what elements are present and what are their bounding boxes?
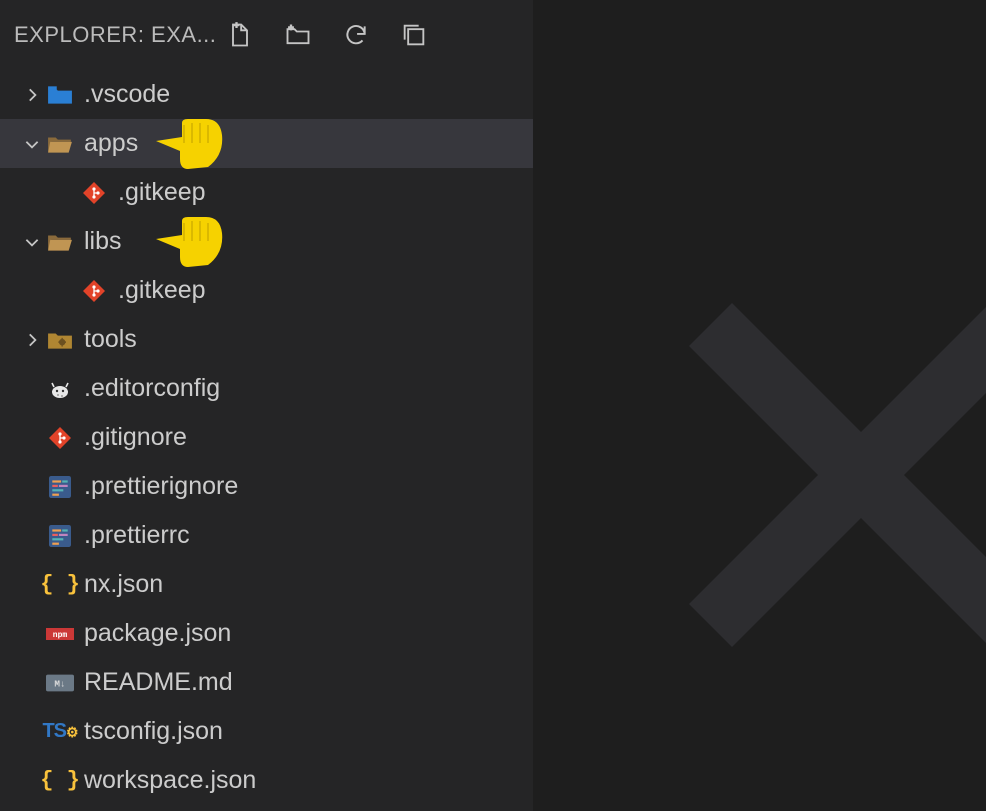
new-folder-icon [283,21,313,49]
editor-area [534,0,986,811]
tree-item-label: tools [84,325,137,354]
tree-file-README.md[interactable]: M↓ README.md [0,658,533,707]
collapse-all-button[interactable] [398,19,430,51]
tree-item-label: libs [84,227,122,256]
tree-file-nx.json[interactable]: { } nx.json [0,560,533,609]
file-tree[interactable]: .vscode apps .gitkeep libs .gitkeep tool… [0,70,533,811]
tree-file-.gitignore[interactable]: .gitignore [0,413,533,462]
svg-text:npm: npm [53,631,68,640]
tree-item-label: nx.json [84,570,163,599]
tree-folder-apps[interactable]: apps [0,119,533,168]
explorer-header: EXPLORER: EXA... [0,0,533,70]
tree-file-package.json[interactable]: npm package.json [0,609,533,658]
git-icon [46,424,74,452]
new-folder-button[interactable] [282,19,314,51]
npm-icon: npm [46,620,74,648]
prettier-icon [46,473,74,501]
tree-folder-tools[interactable]: tools [0,315,533,364]
explorer-sidebar: EXPLORER: EXA... .vscode apps .gitkeep l… [0,0,534,811]
chevron-right-icon[interactable] [18,331,46,349]
chevron-down-icon[interactable] [18,233,46,251]
tree-file-.prettierrc[interactable]: .prettierrc [0,511,533,560]
folder-open-icon [46,228,74,256]
tree-folder-.vscode[interactable]: .vscode [0,70,533,119]
tree-item-label: README.md [84,668,233,697]
refresh-icon [343,22,369,48]
new-file-icon [226,21,254,49]
tree-file-.gitkeep[interactable]: .gitkeep [0,168,533,217]
tree-item-label: package.json [84,619,231,648]
refresh-button[interactable] [340,19,372,51]
svg-text:M↓: M↓ [54,678,65,689]
tree-item-label: .prettierrc [84,521,190,550]
chevron-right-icon[interactable] [18,86,46,104]
tree-item-label: .editorconfig [84,374,220,403]
folder-open-icon [46,130,74,158]
new-file-button[interactable] [224,19,256,51]
header-actions [224,19,436,51]
explorer-title: EXPLORER: EXA... [14,22,224,48]
pointing-hand-icon [148,115,228,173]
json-icon: { } [46,767,74,795]
tree-folder-libs[interactable]: libs [0,217,533,266]
tree-item-label: tsconfig.json [84,717,223,746]
tree-file-.gitkeep[interactable]: .gitkeep [0,266,533,315]
tree-file-.prettierignore[interactable]: .prettierignore [0,462,533,511]
empty-editor-x-icon [646,260,986,690]
pointing-hand-icon [148,213,228,271]
tree-file-workspace.json[interactable]: { } workspace.json [0,756,533,805]
tools-folder-icon [46,326,74,354]
tree-file-.editorconfig[interactable]: .editorconfig [0,364,533,413]
tree-item-label: .vscode [84,80,170,109]
tree-file-tsconfig.json[interactable]: TS⚙ tsconfig.json [0,707,533,756]
chevron-down-icon[interactable] [18,135,46,153]
tree-item-label: .gitkeep [118,178,206,207]
collapse-all-icon [400,21,428,49]
tree-item-label: workspace.json [84,766,256,795]
git-icon [80,179,108,207]
git-icon [80,277,108,305]
prettier-icon [46,522,74,550]
tree-item-label: .gitignore [84,423,187,452]
tree-item-label: .prettierignore [84,472,238,501]
tree-item-label: apps [84,129,138,158]
tree-item-label: .gitkeep [118,276,206,305]
ts-icon: TS⚙ [46,718,74,746]
vscode-folder-icon [46,81,74,109]
md-icon: M↓ [46,669,74,697]
json-icon: { } [46,571,74,599]
editorconfig-icon [46,375,74,403]
